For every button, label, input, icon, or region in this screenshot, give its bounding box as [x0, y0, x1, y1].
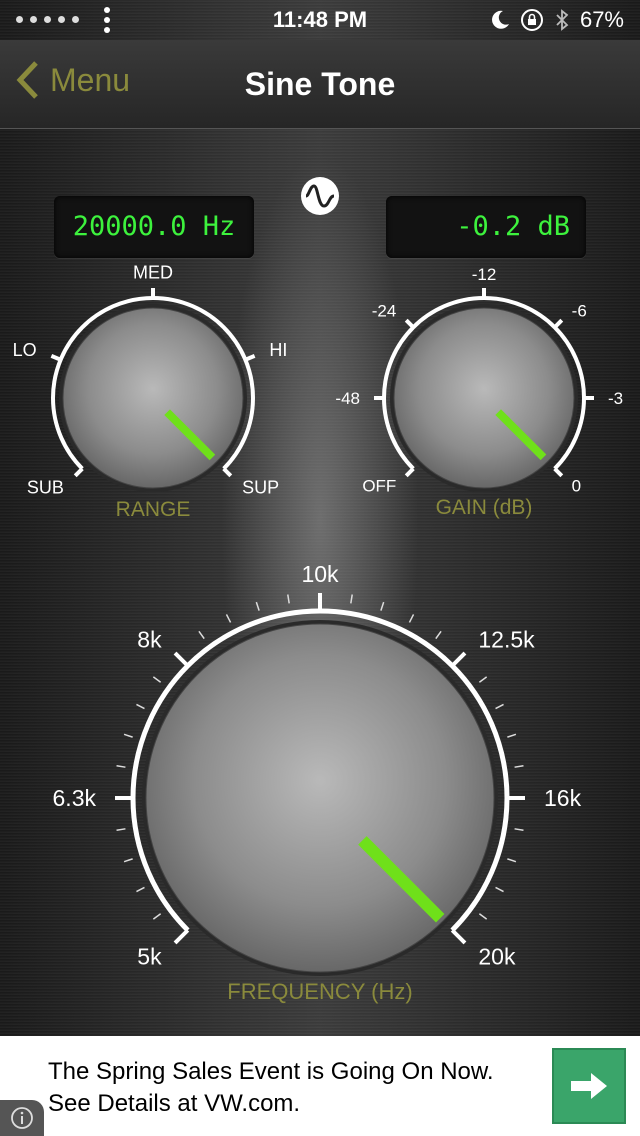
info-icon	[11, 1107, 33, 1129]
info-button[interactable]	[0, 1100, 44, 1136]
range-tick-label: SUB	[27, 477, 64, 497]
frequency-minor-tick	[116, 828, 126, 831]
gain-major-tick	[553, 467, 564, 478]
frequency-tick-label: 10k	[301, 561, 339, 587]
gain-tick-label: -48	[335, 389, 360, 408]
ad-line-2: See Details at VW.com.	[48, 1090, 301, 1117]
frequency-minor-tick	[478, 913, 488, 920]
range-major-tick	[222, 467, 233, 478]
frequency-minor-tick	[123, 858, 133, 863]
knob-panel: SUB LO MED HI SUP RANGE OFF -48 -24 -12 -6 -3 0 GAIN…	[13, 262, 624, 1004]
frequency-major-tick	[450, 928, 467, 945]
gain-tick-label: -12	[472, 265, 497, 284]
frequency-minor-tick	[136, 886, 145, 893]
range-tick-label: LO	[13, 340, 37, 360]
frequency-minor-tick	[408, 614, 415, 623]
frequency-minor-tick	[255, 601, 260, 611]
frequency-minor-tick	[380, 601, 385, 611]
ad-banner[interactable]: The Spring Sales Event is Going On Now. …	[0, 1036, 640, 1136]
frequency-minor-tick	[225, 614, 232, 623]
gain-major-tick	[404, 467, 415, 478]
gain-knob[interactable]	[393, 307, 575, 489]
gain-tick-label: -3	[608, 389, 623, 408]
frequency-minor-tick	[123, 733, 133, 738]
frequency-tick-label: 5k	[137, 943, 162, 969]
frequency-tick-label: 6.3k	[53, 785, 97, 811]
frequency-minor-tick	[514, 765, 524, 768]
gain-tick-label: -24	[372, 301, 397, 320]
frequency-minor-tick	[507, 733, 517, 738]
frequency-tick-label: 20k	[478, 943, 516, 969]
range-tick-label: HI	[269, 340, 287, 360]
gain-tick-label: -6	[572, 301, 587, 320]
frequency-minor-tick	[152, 913, 162, 920]
gain-major-tick	[404, 318, 415, 329]
ad-open-button[interactable]	[552, 1048, 626, 1124]
frequency-minor-tick	[507, 858, 517, 863]
frequency-major-tick	[173, 928, 190, 945]
arrow-right-icon	[571, 1073, 607, 1099]
frequency-minor-tick	[478, 676, 488, 683]
range-major-tick	[244, 354, 256, 362]
frequency-major-tick	[173, 651, 190, 668]
frequency-tick-label: 8k	[137, 627, 162, 653]
frequency-minor-tick	[435, 630, 442, 640]
range-major-tick	[73, 467, 84, 478]
range-knob-label: RANGE	[116, 498, 191, 521]
range-tick-label: MED	[133, 262, 173, 282]
ad-line-1: The Spring Sales Event is Going On Now.	[48, 1058, 494, 1085]
frequency-minor-tick	[495, 886, 504, 893]
frequency-minor-tick	[495, 703, 504, 710]
range-knob[interactable]	[62, 307, 244, 489]
frequency-minor-tick	[350, 594, 353, 604]
frequency-minor-tick	[136, 703, 145, 710]
gain-knob-label: GAIN (dB)	[436, 496, 533, 519]
frequency-major-tick	[450, 651, 467, 668]
gain-tick-label: 0	[572, 477, 581, 496]
frequency-knob-label: FREQUENCY (Hz)	[227, 979, 412, 1004]
frequency-minor-tick	[152, 676, 162, 683]
frequency-minor-tick	[287, 594, 290, 604]
frequency-minor-tick	[116, 765, 126, 768]
range-tick-label: SUP	[242, 477, 279, 497]
range-major-tick	[50, 354, 62, 362]
frequency-tick-label: 16k	[544, 785, 582, 811]
frequency-tick-label: 12.5k	[478, 627, 535, 653]
frequency-minor-tick	[514, 828, 524, 831]
frequency-minor-tick	[198, 630, 205, 640]
frequency-knob[interactable]	[145, 623, 495, 973]
gain-tick-label: OFF	[362, 477, 396, 496]
gain-major-tick	[553, 318, 564, 329]
